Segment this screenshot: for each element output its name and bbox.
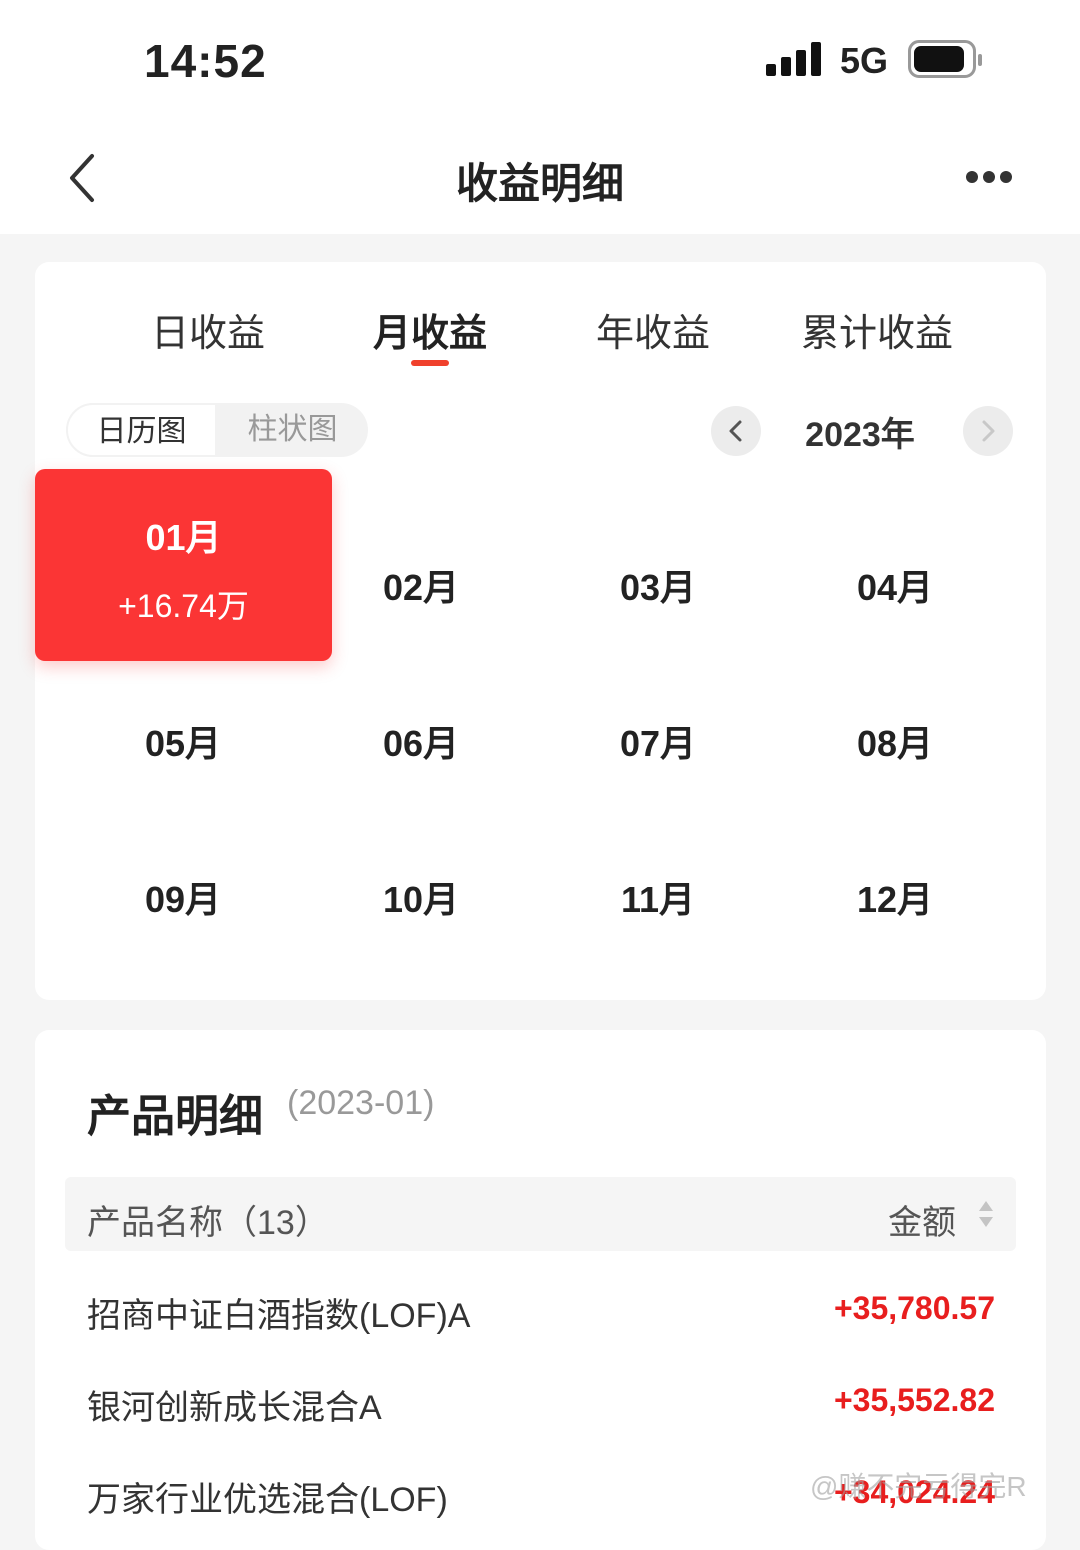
month-label: 06月: [382, 723, 460, 764]
tab-cumulative[interactable]: 累计收益: [767, 302, 987, 357]
month-cell-08[interactable]: 08月: [777, 663, 1013, 819]
month-label: 10月: [382, 879, 460, 920]
tab-daily[interactable]: 日收益: [98, 302, 318, 357]
toggle-bar-chart[interactable]: 柱状图: [217, 403, 368, 457]
more-button[interactable]: [962, 168, 1016, 188]
watermark: @赚不完亏得完R: [810, 1471, 1027, 1502]
month-cell-11[interactable]: 11月: [540, 819, 776, 975]
chevron-right-icon: [982, 420, 995, 442]
month-label: 01月: [145, 517, 222, 558]
month-label: 05月: [144, 723, 222, 764]
month-label: 08月: [856, 723, 934, 764]
month-cell-07[interactable]: 07月: [540, 663, 776, 819]
month-cell-04[interactable]: 04月: [777, 507, 1013, 663]
next-year-button[interactable]: [963, 406, 1013, 456]
month-cell-09[interactable]: 09月: [65, 819, 301, 975]
month-label: 04月: [856, 567, 934, 608]
nav-bar: 收益明细: [0, 120, 1080, 234]
year-label: 2023年: [805, 416, 915, 454]
earnings-calendar-card: 日收益 月收益 年收益 累计收益 日历图 柱状图 2023年 01月 +16.7…: [35, 262, 1046, 1000]
detail-title: 产品明细: [87, 1092, 263, 1141]
product-amount: +35,780.57: [833, 1290, 995, 1326]
month-label: 12月: [856, 879, 934, 920]
view-toggle: 日历图 柱状图: [66, 403, 368, 457]
month-cell-01[interactable]: 01月 +16.74万: [35, 469, 332, 661]
sort-icon[interactable]: [978, 1199, 994, 1229]
previous-year-button[interactable]: [711, 406, 761, 456]
month-cell-06[interactable]: 06月: [303, 663, 539, 819]
column-header-amount[interactable]: 金额: [888, 1195, 956, 1244]
month-amount: +16.74万: [118, 588, 249, 624]
tab-yearly[interactable]: 年收益: [543, 302, 763, 357]
status-time: 14:52: [144, 35, 267, 87]
product-name: 招商中证白酒指数(LOF)A: [87, 1297, 471, 1335]
table-row[interactable]: 银河创新成长混合A +35,552.82: [87, 1380, 995, 1440]
more-dot-icon: [983, 171, 995, 183]
month-label: 11月: [620, 879, 696, 920]
product-amount: +35,552.82: [833, 1382, 995, 1418]
signal-icon: [766, 42, 822, 76]
month-label: 07月: [619, 723, 697, 764]
month-cell-10[interactable]: 10月: [303, 819, 539, 975]
column-header-name: 产品名称（13）: [87, 1204, 329, 1242]
month-cell-03[interactable]: 03月: [540, 507, 776, 663]
more-dot-icon: [1000, 171, 1012, 183]
month-cell-05[interactable]: 05月: [65, 663, 301, 819]
detail-period: (2023-01): [287, 1084, 435, 1122]
product-name: 万家行业优选混合(LOF): [87, 1481, 448, 1519]
table-header: 产品名称（13） 金额: [65, 1177, 1016, 1251]
status-bar: 14:52 5G: [0, 0, 1080, 120]
month-label: 09月: [144, 879, 222, 920]
product-name: 银河创新成长混合A: [87, 1389, 382, 1427]
month-label: 03月: [619, 567, 697, 608]
table-row[interactable]: 招商中证白酒指数(LOF)A +35,780.57: [87, 1288, 995, 1348]
network-label: 5G: [840, 40, 889, 81]
active-tab-indicator: [411, 360, 449, 366]
toggle-calendar[interactable]: 日历图: [66, 403, 217, 457]
tab-monthly[interactable]: 月收益: [320, 302, 540, 357]
chevron-left-icon: [729, 420, 742, 442]
battery-icon: [908, 40, 982, 78]
page-title: 收益明细: [455, 160, 624, 207]
month-cell-12[interactable]: 12月: [777, 819, 1013, 975]
more-dot-icon: [966, 171, 978, 183]
month-cell-02[interactable]: 02月: [303, 507, 539, 663]
month-label: 02月: [382, 567, 460, 608]
period-tabs: 日收益 月收益 年收益 累计收益: [35, 302, 1046, 372]
